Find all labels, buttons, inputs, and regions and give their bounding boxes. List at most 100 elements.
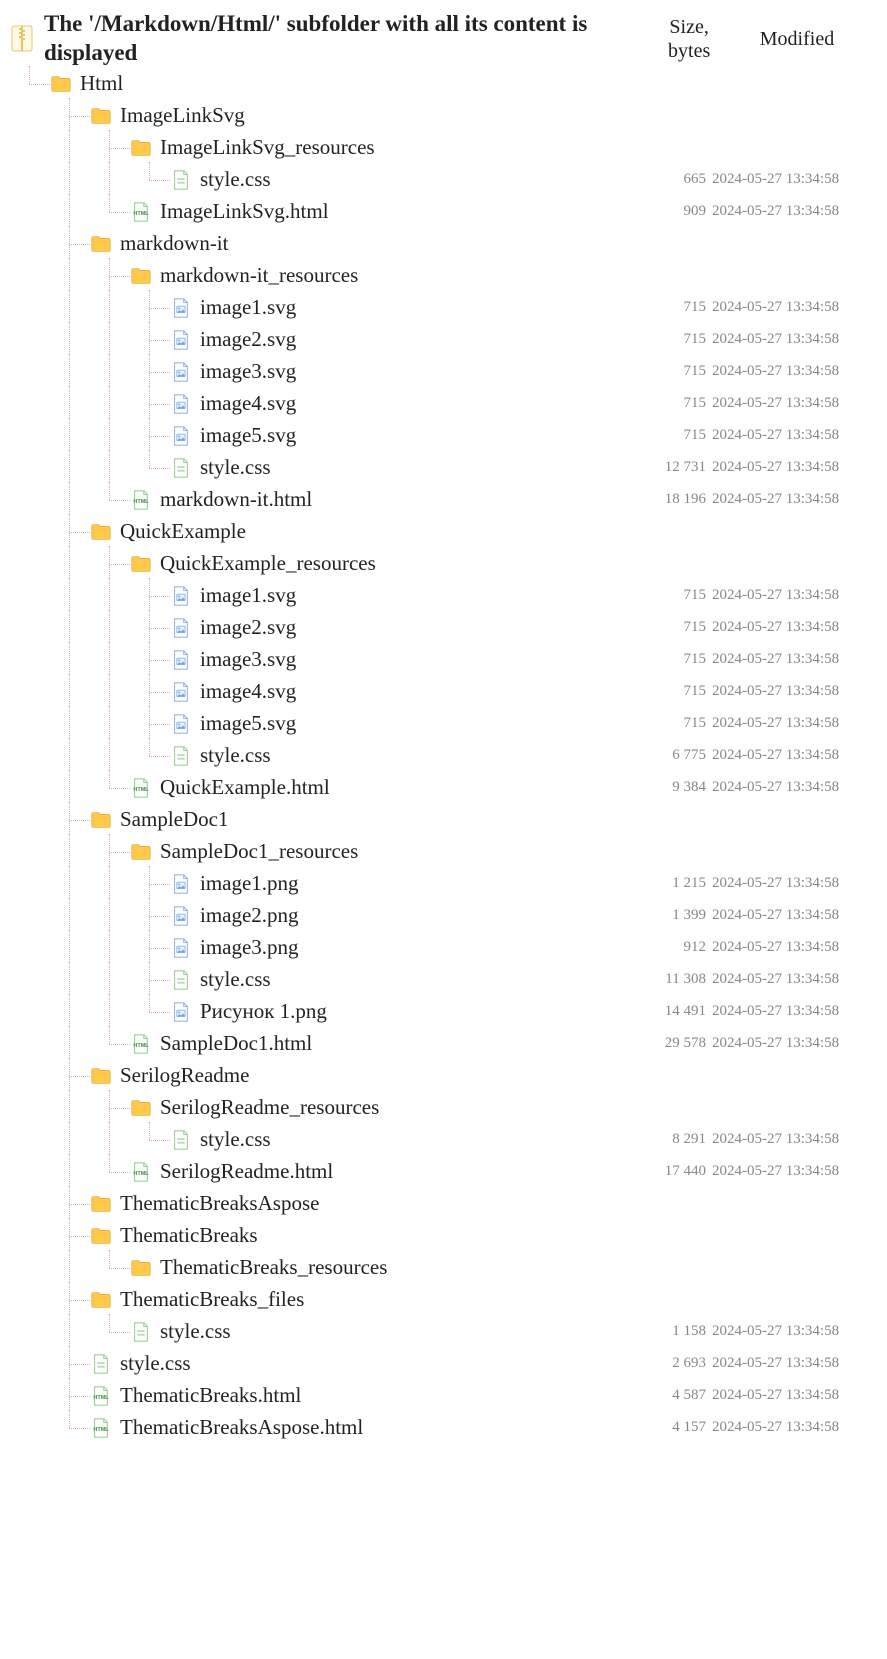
tree-gutter (10, 424, 170, 448)
tree-file[interactable]: HTML ThematicBreaksAspose.html4 1572024-… (10, 1412, 872, 1444)
folder-icon (130, 137, 152, 159)
tree-file[interactable]: style.css11 3082024-05-27 13:34:58 (10, 964, 872, 996)
tree-item-label: image3.png (200, 936, 636, 959)
tree-gutter (10, 936, 170, 960)
css-icon (170, 1129, 192, 1151)
tree-file[interactable]: style.css12 7312024-05-27 13:34:58 (10, 452, 872, 484)
image-icon (170, 617, 192, 639)
tree-folder[interactable]: markdown-it (10, 228, 872, 260)
tree-folder[interactable]: SampleDoc1 (10, 804, 872, 836)
tree-folder[interactable]: Html (10, 68, 872, 100)
tree-item-label: image1.png (200, 872, 636, 895)
file-size: 715 (636, 683, 712, 700)
css-icon (90, 1353, 112, 1375)
tree-file[interactable]: image3.svg7152024-05-27 13:34:58 (10, 644, 872, 676)
file-size: 715 (636, 715, 712, 732)
image-icon (170, 1001, 192, 1023)
css-icon (170, 745, 192, 767)
file-size: 715 (636, 395, 712, 412)
file-size: 715 (636, 427, 712, 444)
tree-folder[interactable]: QuickExample (10, 516, 872, 548)
image-icon (170, 297, 192, 319)
file-modified: 2024-05-27 13:34:58 (712, 1131, 872, 1148)
tree-item-label: markdown-it (120, 232, 636, 255)
tree-file[interactable]: style.css8 2912024-05-27 13:34:58 (10, 1124, 872, 1156)
tree-folder[interactable]: SerilogReadme_resources (10, 1092, 872, 1124)
tree-folder[interactable]: ImageLinkSvg (10, 100, 872, 132)
tree-file[interactable]: HTML SerilogReadme.html17 4402024-05-27 … (10, 1156, 872, 1188)
file-modified: 2024-05-27 13:34:58 (712, 1387, 872, 1404)
tree-item-label: image5.svg (200, 424, 636, 447)
tree-folder[interactable]: ThematicBreaks (10, 1220, 872, 1252)
tree-file[interactable]: image5.svg7152024-05-27 13:34:58 (10, 420, 872, 452)
tree-file[interactable]: HTML QuickExample.html9 3842024-05-27 13… (10, 772, 872, 804)
tree-file[interactable]: image2.png1 3992024-05-27 13:34:58 (10, 900, 872, 932)
file-modified: 2024-05-27 13:34:58 (712, 395, 872, 412)
folder-icon (90, 1289, 112, 1311)
folder-icon (90, 1065, 112, 1087)
tree-folder[interactable]: SerilogReadme (10, 1060, 872, 1092)
tree-gutter (10, 712, 170, 736)
file-modified: 2024-05-27 13:34:58 (712, 683, 872, 700)
file-modified: 2024-05-27 13:34:58 (712, 651, 872, 668)
tree-file[interactable]: image4.svg7152024-05-27 13:34:58 (10, 388, 872, 420)
tree-item-label: style.css (120, 1352, 636, 1375)
tree-file[interactable]: style.css6652024-05-27 13:34:58 (10, 164, 872, 196)
file-size: 715 (636, 299, 712, 316)
tree-file[interactable]: Рисунок 1.png14 4912024-05-27 13:34:58 (10, 996, 872, 1028)
tree-file[interactable]: HTML markdown-it.html18 1962024-05-27 13… (10, 484, 872, 516)
html-icon: HTML (90, 1417, 112, 1439)
tree-item-label: SerilogReadme (120, 1064, 636, 1087)
file-modified: 2024-05-27 13:34:58 (712, 779, 872, 796)
tree-file[interactable]: image2.svg7152024-05-27 13:34:58 (10, 324, 872, 356)
tree-file[interactable]: image1.png1 2152024-05-27 13:34:58 (10, 868, 872, 900)
tree-folder[interactable]: ThematicBreaks_resources (10, 1252, 872, 1284)
tree-item-label: SampleDoc1.html (160, 1032, 636, 1055)
tree-gutter (10, 552, 130, 576)
tree-file[interactable]: style.css1 1582024-05-27 13:34:58 (10, 1316, 872, 1348)
column-header-modified: Modified (722, 27, 872, 51)
svg-text:HTML: HTML (93, 1426, 109, 1432)
folder-icon (130, 265, 152, 287)
tree-file[interactable]: image2.svg7152024-05-27 13:34:58 (10, 612, 872, 644)
tree-file[interactable]: image3.svg7152024-05-27 13:34:58 (10, 356, 872, 388)
tree-item-label: style.css (200, 744, 636, 767)
tree-file[interactable]: HTML SampleDoc1.html29 5782024-05-27 13:… (10, 1028, 872, 1060)
tree-folder[interactable]: ThematicBreaks_files (10, 1284, 872, 1316)
tree-file[interactable]: image4.svg7152024-05-27 13:34:58 (10, 676, 872, 708)
tree-file[interactable]: image5.svg7152024-05-27 13:34:58 (10, 708, 872, 740)
tree-item-label: ThematicBreaksAspose.html (120, 1416, 636, 1439)
image-icon (170, 425, 192, 447)
tree-file[interactable]: style.css6 7752024-05-27 13:34:58 (10, 740, 872, 772)
tree-file[interactable]: image3.png9122024-05-27 13:34:58 (10, 932, 872, 964)
tree-folder[interactable]: SampleDoc1_resources (10, 836, 872, 868)
tree-item-label: ImageLinkSvg.html (160, 200, 636, 223)
tree-folder[interactable]: QuickExample_resources (10, 548, 872, 580)
file-size: 715 (636, 651, 712, 668)
tree-folder[interactable]: markdown-it_resources (10, 260, 872, 292)
tree-item-label: markdown-it_resources (160, 264, 636, 287)
file-modified: 2024-05-27 13:34:58 (712, 427, 872, 444)
tree-gutter (10, 360, 170, 384)
image-icon (170, 649, 192, 671)
tree-item-label: QuickExample_resources (160, 552, 636, 575)
file-size: 1 399 (636, 907, 712, 924)
tree-folder[interactable]: ThematicBreaksAspose (10, 1188, 872, 1220)
tree-gutter (10, 616, 170, 640)
tree-folder[interactable]: ImageLinkSvg_resources (10, 132, 872, 164)
tree-item-label: ImageLinkSvg (120, 104, 636, 127)
tree-file[interactable]: style.css2 6932024-05-27 13:34:58 (10, 1348, 872, 1380)
tree-file[interactable]: HTML ImageLinkSvg.html9092024-05-27 13:3… (10, 196, 872, 228)
tree-file[interactable]: HTML ThematicBreaks.html4 5872024-05-27 … (10, 1380, 872, 1412)
image-icon (170, 905, 192, 927)
folder-icon (90, 105, 112, 127)
tree-file[interactable]: image1.svg7152024-05-27 13:34:58 (10, 292, 872, 324)
tree-gutter (10, 488, 130, 512)
tree-item-label: ThematicBreaks (120, 1224, 636, 1247)
tree-item-label: image2.png (200, 904, 636, 927)
tree-file[interactable]: image1.svg7152024-05-27 13:34:58 (10, 580, 872, 612)
html-icon: HTML (130, 1033, 152, 1055)
file-modified: 2024-05-27 13:34:58 (712, 1035, 872, 1052)
tree-gutter (10, 1256, 130, 1280)
file-size: 1 215 (636, 875, 712, 892)
